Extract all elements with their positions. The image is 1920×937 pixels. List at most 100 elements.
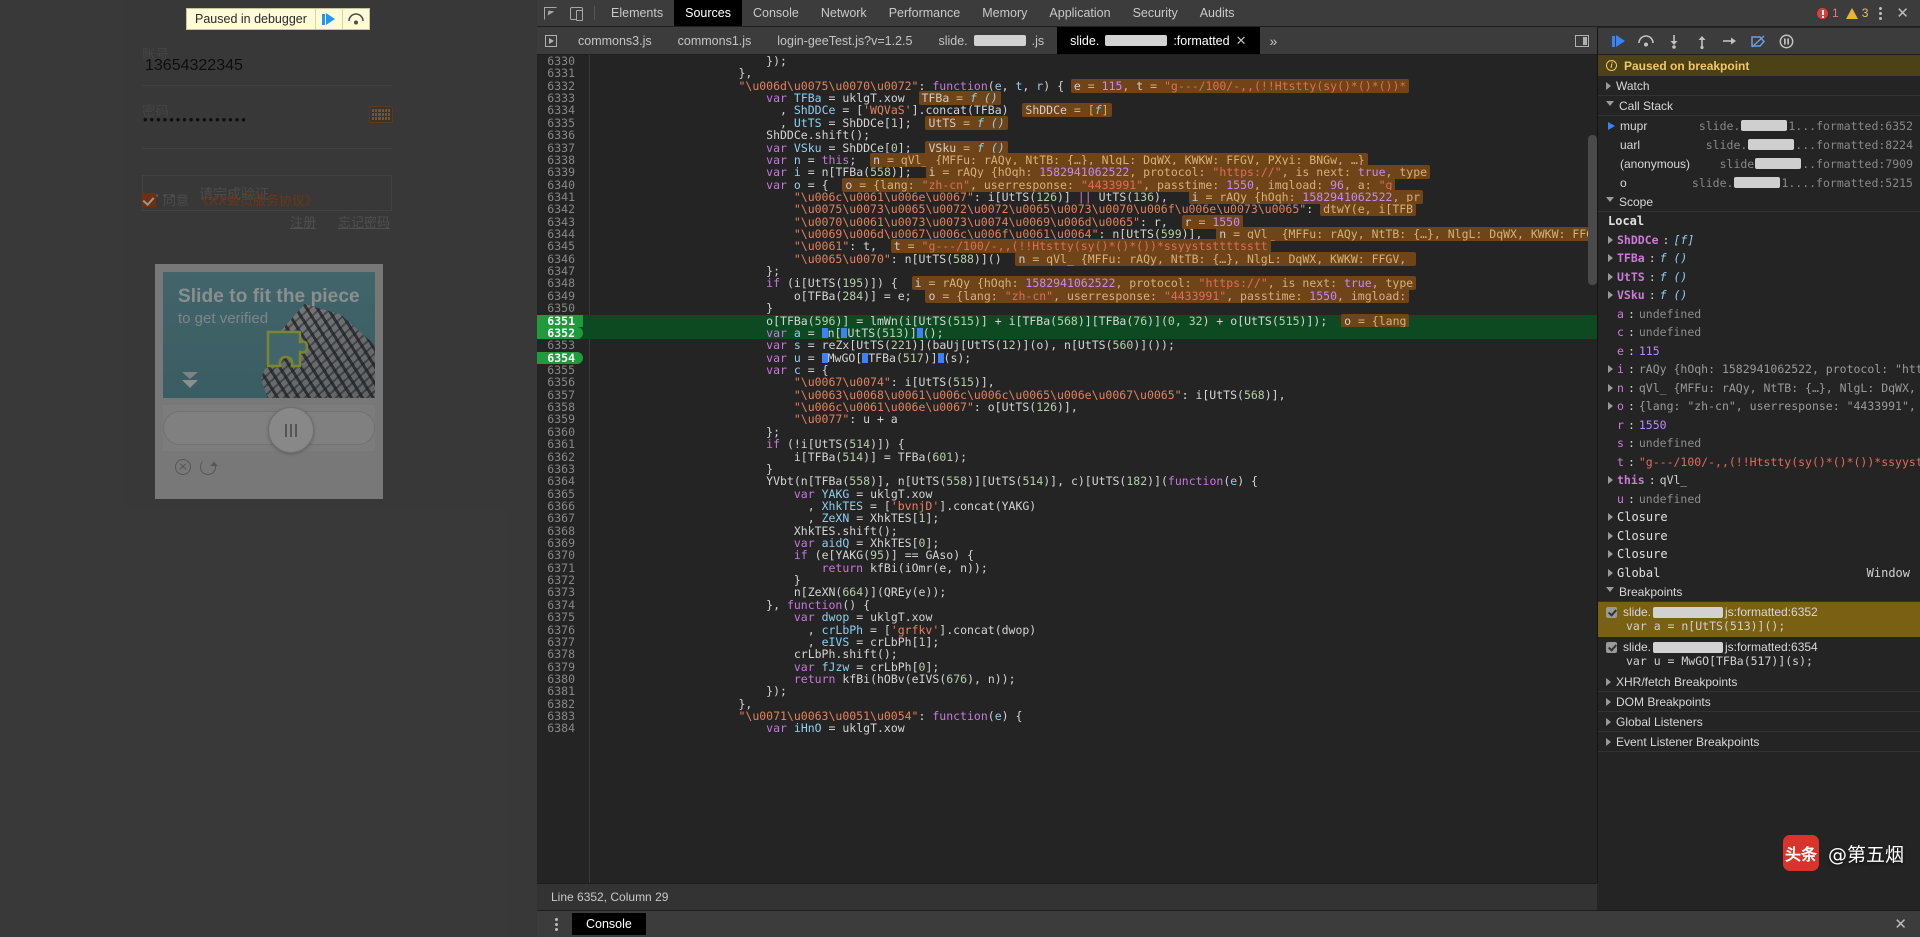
more-tabs-icon[interactable]: » xyxy=(1260,27,1288,54)
step-icon[interactable] xyxy=(1718,31,1742,52)
close-icon[interactable] xyxy=(175,459,191,475)
device-toolbar-icon[interactable] xyxy=(563,0,589,26)
chevron-right-icon[interactable] xyxy=(1608,254,1613,262)
scope-variable-row[interactable]: i:rAQy {hOqh: 1582941062522, protocol: "… xyxy=(1598,360,1920,379)
line-number[interactable]: 6334 xyxy=(537,104,583,116)
password-value[interactable]: •••••••••••••••• xyxy=(143,112,248,127)
captcha-slider-handle[interactable] xyxy=(268,407,314,453)
line-number[interactable]: 6375 xyxy=(537,611,583,623)
chevron-right-icon[interactable] xyxy=(1608,402,1613,410)
line-number[interactable]: 6336 xyxy=(537,129,583,141)
show-navigator-icon[interactable] xyxy=(537,27,565,54)
more-vertical-icon[interactable] xyxy=(551,918,562,931)
agreement-checkbox[interactable] xyxy=(142,193,156,207)
deactivate-breakpoints-icon[interactable] xyxy=(1746,31,1770,52)
tab-audits[interactable]: Audits xyxy=(1189,0,1246,26)
section-watch[interactable]: Watch xyxy=(1598,76,1920,96)
agreement-row[interactable]: 同意 《XX会员服务协议》 xyxy=(142,190,318,209)
section-call-stack[interactable]: Call Stack xyxy=(1598,96,1920,116)
scope-variable-row[interactable]: this:qVl_ xyxy=(1598,471,1920,490)
chevron-right-icon[interactable] xyxy=(1608,476,1613,484)
call-stack-frame[interactable]: oslide.1....formatted:5215 xyxy=(1598,173,1920,192)
scope-group-local[interactable]: Local xyxy=(1598,212,1920,231)
tab-security[interactable]: Security xyxy=(1122,0,1189,26)
tab-application[interactable]: Application xyxy=(1038,0,1121,26)
tab-network[interactable]: Network xyxy=(810,0,878,26)
scope-variable-row[interactable]: TFBa:f () xyxy=(1598,249,1920,268)
scope-variable-row[interactable]: e:115 xyxy=(1598,342,1920,361)
scope-variable-row[interactable]: u:undefined xyxy=(1598,490,1920,509)
line-number[interactable]: 6364 xyxy=(537,475,583,487)
tab-performance[interactable]: Performance xyxy=(878,0,972,26)
tab-memory[interactable]: Memory xyxy=(971,0,1038,26)
line-number[interactable]: 6350 xyxy=(537,302,583,314)
virtual-keyboard-icon[interactable] xyxy=(369,106,393,123)
scope-variable-row[interactable]: UtTS:f () xyxy=(1598,268,1920,287)
file-tab-commons3[interactable]: commons3.js xyxy=(565,27,665,54)
scope-group-closure[interactable]: Closure xyxy=(1598,508,1920,527)
source-code-viewer[interactable]: 6330 });6331 },6332 "\u006d\u0075\u0070\… xyxy=(537,55,1597,883)
line-number[interactable]: 6342 xyxy=(537,203,583,215)
line-number[interactable]: 6367 xyxy=(537,512,583,524)
close-icon[interactable]: ✕ xyxy=(1893,4,1912,22)
tab-elements[interactable]: Elements xyxy=(600,0,674,26)
chevron-right-icon[interactable] xyxy=(1608,291,1613,299)
call-stack-frame[interactable]: muprslide.1...formatted:6352 xyxy=(1598,116,1920,135)
chevron-right-icon[interactable] xyxy=(1608,550,1613,558)
line-number[interactable]: 6345 xyxy=(537,240,583,252)
line-number[interactable]: 6384 xyxy=(537,722,583,734)
scope-group-closure[interactable]: Closure xyxy=(1598,527,1920,546)
chevron-right-icon[interactable] xyxy=(1608,513,1613,521)
inspect-element-icon[interactable] xyxy=(537,0,563,26)
scope-group-closure[interactable]: Closure xyxy=(1598,545,1920,564)
step-over-icon[interactable] xyxy=(342,9,369,29)
breakpoint-item[interactable]: slide.js:formatted:6354var u = MwGO[TFBa… xyxy=(1598,637,1920,672)
code-scrollbar[interactable] xyxy=(1588,135,1597,285)
resume-icon[interactable] xyxy=(315,9,342,29)
section-scope[interactable]: Scope xyxy=(1598,192,1920,212)
section-breakpoints[interactable]: Breakpoints xyxy=(1598,582,1920,602)
scope-variable-row[interactable]: VSku:f () xyxy=(1598,286,1920,305)
line-number[interactable]: 6348 xyxy=(537,277,583,289)
step-out-icon[interactable] xyxy=(1690,31,1714,52)
file-tab-login-geetest[interactable]: login-geeTest.js?v=1.2.5 xyxy=(764,27,925,54)
scope-variable-row[interactable]: s:undefined xyxy=(1598,434,1920,453)
chevron-right-icon[interactable] xyxy=(1608,236,1613,244)
sidebar-section[interactable]: Global Listeners xyxy=(1598,712,1920,732)
scope-group-global[interactable]: GlobalWindow xyxy=(1598,564,1920,583)
forgot-password-link[interactable]: 忘记密码 xyxy=(338,212,390,231)
scope-variable-row[interactable]: a:undefined xyxy=(1598,305,1920,324)
line-number[interactable]: 6359 xyxy=(537,413,583,425)
breakpoint-item[interactable]: slide.js:formatted:6352var a = n[UtTS(51… xyxy=(1598,602,1920,637)
scope-variable-row[interactable]: n:qVl_ {MFFu: rAQy, NtTB: {…}, NlgL: DqW… xyxy=(1598,379,1920,398)
account-value[interactable]: 13654322345 xyxy=(145,57,243,75)
slider-captcha-widget[interactable]: Slide to fit the piece to get verified xyxy=(155,264,383,499)
scope-variable-row[interactable]: ShDDCe:[f] xyxy=(1598,231,1920,250)
scope-variable-row[interactable]: r:1550 xyxy=(1598,416,1920,435)
call-stack-frame[interactable]: (anonymous)slide..formatted:7909 xyxy=(1598,154,1920,173)
warning-count-badge[interactable]: 3 xyxy=(1846,6,1869,20)
file-tab-slide[interactable]: slide..js xyxy=(925,27,1057,54)
file-tab-commons1[interactable]: commons1.js xyxy=(665,27,765,54)
line-number[interactable]: 6381 xyxy=(537,685,583,697)
line-number[interactable]: 6356 xyxy=(537,376,583,388)
close-icon[interactable]: ✕ xyxy=(1236,33,1247,49)
captcha-slider-bar[interactable] xyxy=(163,405,375,451)
scope-variable-row[interactable]: o:{lang: "zh-cn", userresponse: "4433991… xyxy=(1598,397,1920,416)
tab-console[interactable]: Console xyxy=(742,0,810,26)
sidebar-section[interactable]: DOM Breakpoints xyxy=(1598,692,1920,712)
pause-on-exceptions-icon[interactable] xyxy=(1774,31,1798,52)
tab-sources[interactable]: Sources xyxy=(674,0,742,26)
file-tab-slide-formatted[interactable]: slide.:formatted✕ xyxy=(1057,27,1259,54)
line-number[interactable]: 6353 xyxy=(537,339,583,351)
scope-variable-row[interactable]: t:"g---/100/-,,(!!Htstty(sy()*()*())*ssy… xyxy=(1598,453,1920,472)
chevron-right-icon[interactable] xyxy=(1608,532,1613,540)
line-number[interactable]: 6339 xyxy=(537,166,583,178)
step-into-icon[interactable] xyxy=(1662,31,1686,52)
agreement-link[interactable]: 《XX会员服务协议》 xyxy=(196,190,318,209)
register-link[interactable]: 注册 xyxy=(290,212,316,231)
show-debugger-sidebar-icon[interactable] xyxy=(1575,35,1589,47)
sidebar-section[interactable]: Event Listener Breakpoints xyxy=(1598,732,1920,752)
sidebar-section[interactable]: XHR/fetch Breakpoints xyxy=(1598,672,1920,692)
chevron-right-icon[interactable] xyxy=(1608,273,1613,281)
